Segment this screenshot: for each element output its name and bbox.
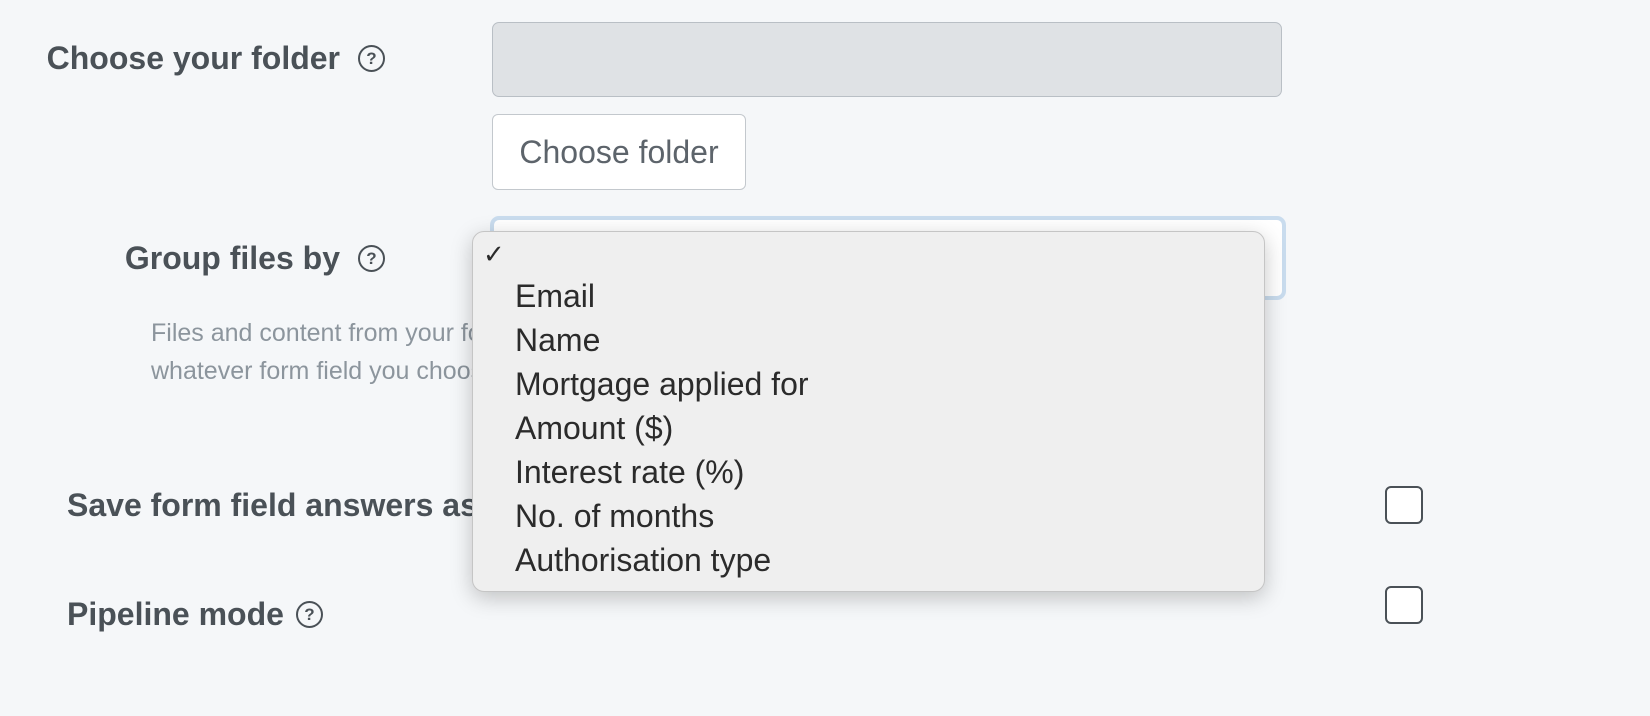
dropdown-option-name[interactable]: Name xyxy=(515,318,809,362)
group-files-label: Group files by ? xyxy=(125,240,385,277)
dropdown-option-authorisation-type[interactable]: Authorisation type xyxy=(515,538,809,582)
group-files-dropdown-menu: ✓ Email Name Mortgage applied for Amount… xyxy=(472,231,1265,592)
choose-folder-label: Choose your folder ? xyxy=(47,40,385,77)
dropdown-option-email[interactable]: Email xyxy=(515,274,809,318)
help-icon[interactable]: ? xyxy=(358,45,385,72)
dropdown-option-interest-rate[interactable]: Interest rate (%) xyxy=(515,450,809,494)
checkmark-icon: ✓ xyxy=(483,240,505,270)
save-answers-checkbox[interactable] xyxy=(1385,486,1423,524)
save-answers-label: Save form field answers as xyxy=(67,487,478,524)
help-icon[interactable]: ? xyxy=(358,245,385,272)
choose-folder-button[interactable]: Choose folder xyxy=(492,114,746,190)
dropdown-options-list: Email Name Mortgage applied for Amount (… xyxy=(515,274,809,582)
help-icon[interactable]: ? xyxy=(295,601,323,628)
pipeline-mode-label-text: Pipeline mode xyxy=(67,596,284,632)
pipeline-mode-label: Pipeline mode ? xyxy=(67,596,323,633)
dropdown-option-no-of-months[interactable]: No. of months xyxy=(515,494,809,538)
save-answers-label-text: Save form field answers as xyxy=(67,487,478,523)
pipeline-mode-checkbox[interactable] xyxy=(1385,586,1423,624)
folder-path-input xyxy=(492,22,1282,97)
dropdown-option-amount[interactable]: Amount ($) xyxy=(515,406,809,450)
dropdown-option-mortgage-applied-for[interactable]: Mortgage applied for xyxy=(515,362,809,406)
choose-folder-label-text: Choose your folder xyxy=(46,40,340,76)
group-files-label-text: Group files by xyxy=(124,240,340,276)
